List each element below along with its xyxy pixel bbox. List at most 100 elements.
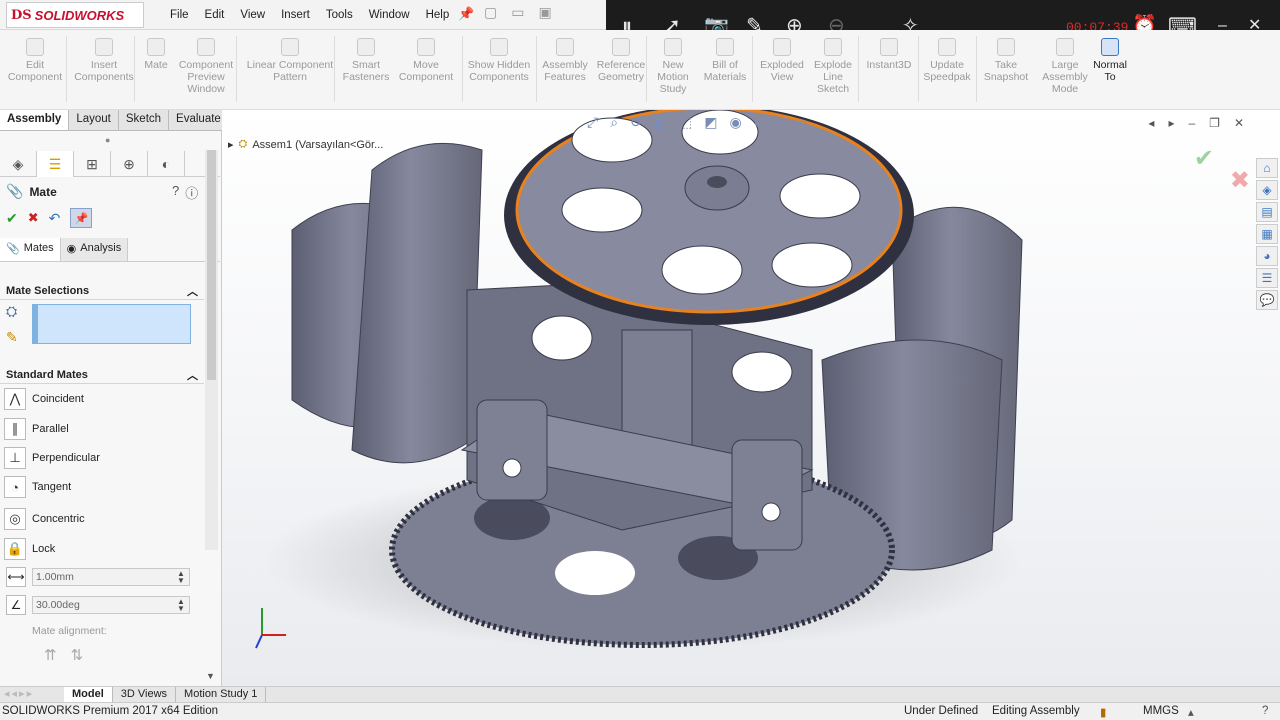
anti-aligned-icon[interactable]: ⇅	[71, 646, 84, 664]
dimxpert-tab-icon[interactable]: ⊕	[111, 151, 148, 177]
cmd-mate[interactable]: Mate	[140, 38, 172, 71]
home-icon[interactable]: ⌂	[1256, 158, 1278, 178]
view-settings-icon[interactable]: ▭	[795, 114, 808, 131]
mate-selections-header[interactable]: Mate Selections ︿	[0, 280, 204, 300]
collapse-icon[interactable]: ︿	[187, 367, 198, 383]
menu-file[interactable]: File	[162, 9, 197, 21]
pin-icon[interactable]: 📌	[458, 6, 474, 22]
mate-parallel[interactable]: ∥ Parallel	[4, 416, 200, 442]
new-icon[interactable]: ▢	[484, 4, 497, 21]
next-icon[interactable]: ▸	[1168, 116, 1174, 130]
solidworks-logo[interactable]: DS SOLIDWORKS	[6, 2, 144, 28]
zoom-to-fit-icon[interactable]: ⤢	[587, 114, 598, 131]
spin-arrows-icon[interactable]: ▲ ▼	[174, 570, 188, 585]
tab-layout[interactable]: Layout	[69, 110, 119, 130]
mate-coincident[interactable]: ⋀ Coincident	[4, 386, 200, 412]
help-icon[interactable]: ?	[1262, 705, 1268, 717]
cmd-normal-to[interactable]: Normal To	[1090, 38, 1130, 83]
file-explorer-icon[interactable]: ▦	[1256, 224, 1278, 244]
help-icon[interactable]: ?	[172, 183, 179, 202]
cmd-show-hidden-components[interactable]: Show Hidden Components	[466, 38, 532, 83]
section-view-icon[interactable]: ◧	[654, 114, 667, 131]
distance-input[interactable]: 1.00mm ▲ ▼	[32, 568, 190, 586]
mate-perpendicular[interactable]: ⊥ Perpendicular	[4, 445, 200, 471]
angle-icon[interactable]: ∠	[6, 595, 26, 615]
close-icon[interactable]: ✕	[1234, 116, 1244, 130]
graphics-area[interactable]: ▸ ⛭ Assem1 (Varsayılan<Gör... ⤢ ⌕ ↺ ◧ ⬚ …	[222, 110, 1280, 686]
keep-visible-icon[interactable]: 📌	[70, 208, 93, 228]
display-manager-tab-icon[interactable]: ◐	[148, 151, 185, 177]
mate-concentric[interactable]: ◎ Concentric	[4, 506, 200, 532]
cmd-smart-fasteners[interactable]: Smart Fasteners	[338, 38, 394, 83]
cancel-x-icon[interactable]: ✖	[1230, 166, 1250, 195]
tab-sketch[interactable]: Sketch	[118, 110, 170, 130]
design-library-icon[interactable]: ▤	[1256, 202, 1278, 222]
cmd-linear-component-pattern[interactable]: Linear Component Pattern	[244, 38, 336, 83]
bottom-tab-model[interactable]: Model	[64, 687, 113, 702]
menu-insert[interactable]: Insert	[273, 9, 318, 21]
cmd-instant3d[interactable]: Instant3D	[864, 38, 914, 71]
cmd-move-component[interactable]: Move Component	[396, 38, 456, 83]
forum-icon[interactable]: 💬	[1256, 290, 1278, 310]
cmd-component-preview-window[interactable]: Component Preview Window	[176, 38, 236, 95]
menu-window[interactable]: Window	[361, 9, 418, 21]
zoom-area-icon[interactable]: ⌕	[610, 114, 618, 131]
mate-tangent[interactable]: ◔ Tangent	[4, 474, 200, 500]
menu-tools[interactable]: Tools	[318, 9, 361, 21]
cmd-take-snapshot[interactable]: Take Snapshot	[980, 38, 1032, 83]
info-icon[interactable]: ⓘ	[185, 183, 198, 202]
cmd-update-speedpak[interactable]: Update Speedpak	[920, 38, 974, 83]
cmd-explode-line-sketch[interactable]: Explode Line Sketch	[812, 38, 854, 95]
analysis-subtab[interactable]: ◉ Analysis	[60, 238, 129, 261]
menu-edit[interactable]: Edit	[197, 9, 233, 21]
angle-input[interactable]: 30.00deg ▲ ▼	[32, 596, 190, 614]
cmd-large-assembly-mode[interactable]: Large Assembly Mode	[1040, 38, 1090, 95]
open-icon[interactable]: ▭	[511, 4, 524, 21]
aligned-icon[interactable]: ⇈	[44, 646, 57, 664]
menu-view[interactable]: View	[232, 9, 273, 21]
scene-icon[interactable]: ◌	[774, 114, 782, 131]
ok-icon[interactable]: ✔	[6, 210, 18, 227]
units-dropdown-icon[interactable]: ▴	[1188, 705, 1194, 719]
bottom-tab-motion-study-1[interactable]: Motion Study 1	[176, 687, 267, 702]
mate-lock[interactable]: 🔒 Lock	[4, 536, 200, 562]
custom-properties-icon[interactable]: ☰	[1256, 268, 1278, 288]
cmd-reference-geometry[interactable]: Reference Geometry	[594, 38, 648, 83]
tab-assembly[interactable]: Assembly	[0, 110, 70, 130]
resources-icon[interactable]: ◈	[1256, 180, 1278, 200]
appearances-icon[interactable]: ◕	[1256, 246, 1278, 266]
property-manager-tab-icon[interactable]: ☰	[37, 151, 74, 177]
appearance-icon[interactable]: ◒	[754, 114, 762, 131]
scroll-thumb[interactable]	[207, 150, 216, 380]
previous-view-icon[interactable]: ↺	[630, 114, 642, 131]
display-style-icon[interactable]: ◩	[704, 114, 717, 131]
standard-mates-header[interactable]: Standard Mates ︿	[0, 364, 204, 384]
configuration-manager-tab-icon[interactable]: ⊞	[74, 151, 111, 177]
feature-tree-flyout[interactable]: ▸ ⛭ Assem1 (Varsayılan<Gör...	[228, 138, 383, 151]
distance-icon[interactable]: ⟷	[6, 567, 26, 587]
expand-arrow-icon[interactable]: ▸	[228, 138, 234, 151]
minimize-icon[interactable]: –	[1188, 116, 1195, 130]
rebuild-icon[interactable]: ▮	[1100, 705, 1106, 719]
restore-icon[interactable]: ❐	[1209, 116, 1220, 130]
menu-help[interactable]: Help	[418, 9, 458, 21]
hide-show-icon[interactable]: ◉	[729, 114, 741, 131]
scroll-down-icon[interactable]: ▼	[206, 671, 215, 681]
tab-evaluate[interactable]: Evaluate	[169, 110, 229, 130]
cmd-insert-components[interactable]: Insert Components	[72, 38, 136, 83]
save-icon[interactable]: ▣	[538, 4, 551, 21]
mate-selections-box[interactable]	[32, 304, 191, 344]
feature-manager-tab-icon[interactable]: ◈	[0, 151, 37, 177]
view-orientation-icon[interactable]: ⬚	[679, 114, 692, 131]
cmd-edit-component[interactable]: Edit Component	[6, 38, 64, 83]
prev-icon[interactable]: ◂	[1148, 116, 1154, 130]
mates-subtab[interactable]: 📎 Mates	[0, 238, 61, 261]
tab-scroll-icons[interactable]: ◂◂▸▸	[0, 687, 64, 702]
spin-arrows-icon[interactable]: ▲ ▼	[174, 598, 188, 613]
panel-scrollbar[interactable]	[205, 150, 218, 550]
cmd-new-motion-study[interactable]: New Motion Study	[652, 38, 694, 95]
assembly-model[interactable]	[222, 110, 1280, 686]
cancel-icon[interactable]: ✖	[28, 210, 39, 226]
collapse-icon[interactable]: ︿	[187, 283, 198, 299]
unit-system[interactable]: MMGS	[1143, 705, 1179, 717]
